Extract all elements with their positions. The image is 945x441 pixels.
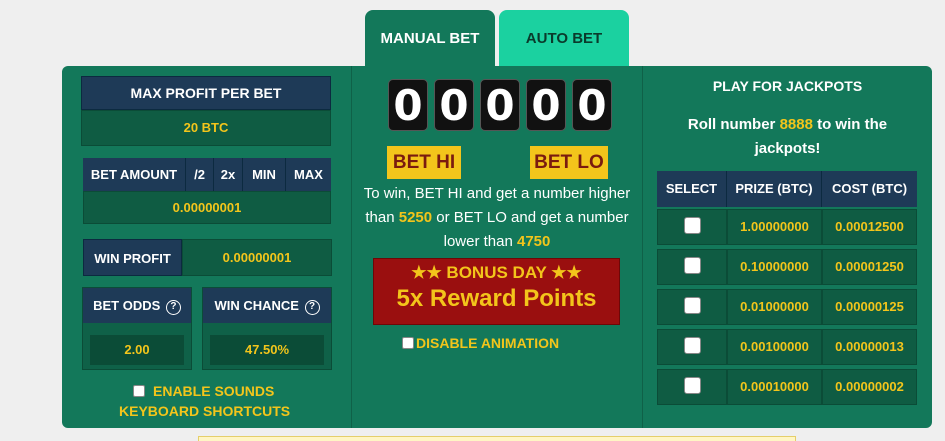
jackpot-select-cell — [657, 329, 727, 365]
table-header-prize: PRIZE (BTC) — [727, 171, 822, 207]
enable-sounds-toggle[interactable]: ENABLE SOUNDS — [133, 383, 274, 399]
result-digit: 0 — [572, 79, 612, 131]
min-bet-button[interactable]: MIN — [243, 158, 286, 191]
win-chance-input[interactable]: 47.50% — [210, 335, 324, 365]
result-digit: 0 — [526, 79, 566, 131]
jackpot-checkbox[interactable] — [683, 377, 701, 394]
jackpot-cost: 0.00000013 — [822, 329, 917, 365]
bet-amount-input[interactable]: 0.00000001 — [83, 191, 331, 224]
result-digit: 0 — [480, 79, 520, 131]
max-profit-value: 20 BTC — [81, 110, 331, 146]
jackpot-cost: 0.00001250 — [822, 249, 917, 285]
max-bet-button[interactable]: MAX — [286, 158, 331, 191]
win-chance-label: WIN CHANCE — [214, 298, 299, 313]
lo-threshold: 4750 — [517, 233, 551, 250]
bet-odds-label: BET ODDS — [93, 298, 161, 313]
bet-odds-header: BET ODDS ? — [83, 288, 191, 323]
tab-manual-bet[interactable]: MANUAL BET — [365, 10, 495, 70]
bet-amount-label: BET AMOUNT — [83, 158, 186, 191]
jackpot-select-cell — [657, 369, 727, 405]
half-bet-button[interactable]: /2 — [186, 158, 214, 191]
jackpot-prize: 0.00010000 — [727, 369, 822, 405]
double-bet-button[interactable]: 2x — [214, 158, 243, 191]
column-divider — [642, 66, 643, 428]
jackpot-cost: 0.00000125 — [822, 289, 917, 325]
star-icon: ★★ — [411, 263, 442, 282]
jackpot-checkbox[interactable] — [683, 297, 701, 314]
jackpot-number: 8888 — [779, 116, 813, 133]
jackpot-select-cell — [657, 249, 727, 285]
win-profit-label: WIN PROFIT — [83, 239, 182, 276]
jackpot-cost: 0.00000002 — [822, 369, 917, 405]
bonus-title-text: BONUS DAY — [446, 263, 547, 282]
bet-odds-input[interactable]: 2.00 — [90, 335, 184, 365]
jackpot-checkbox[interactable] — [683, 257, 701, 274]
keyboard-shortcuts-link[interactable]: KEYBOARD SHORTCUTS — [119, 403, 290, 419]
bet-instructions: To win, BET HI and get a number higher t… — [352, 182, 642, 254]
enable-sounds-label: ENABLE SOUNDS — [153, 383, 275, 399]
bonus-reward: 5x Reward Points — [396, 285, 597, 312]
disable-animation-label: DISABLE ANIMATION — [416, 335, 560, 351]
jackpot-checkbox[interactable] — [683, 337, 701, 354]
table-header-cost: COST (BTC) — [822, 171, 917, 207]
result-digit: 0 — [434, 79, 474, 131]
bonus-day-banner: ★★ BONUS DAY ★★ 5x Reward Points — [373, 258, 620, 325]
help-icon[interactable]: ? — [304, 300, 320, 315]
jackpot-prize: 0.10000000 — [727, 249, 822, 285]
disable-animation-toggle[interactable]: DISABLE ANIMATION — [402, 335, 559, 351]
jackpot-cost: 0.00012500 — [822, 209, 917, 245]
help-icon[interactable]: ? — [165, 300, 181, 315]
checkbox-icon[interactable] — [133, 385, 145, 397]
jackpot-checkbox[interactable] — [683, 217, 701, 234]
jackpot-prize: 1.00000000 — [727, 209, 822, 245]
jackpot-prize: 0.00100000 — [727, 329, 822, 365]
table-header-select: SELECT — [657, 171, 727, 207]
win-profit-value: 0.00000001 — [182, 239, 332, 276]
bet-hi-button[interactable]: BET HI — [387, 146, 461, 179]
bonus-title: ★★ BONUS DAY ★★ — [374, 263, 619, 283]
bet-lo-button[interactable]: BET LO — [530, 146, 608, 179]
result-digit: 0 — [388, 79, 428, 131]
star-icon: ★★ — [551, 263, 582, 282]
hi-threshold: 5250 — [398, 209, 433, 226]
roll-text: Roll number — [687, 116, 780, 133]
tab-auto-bet[interactable]: AUTO BET — [499, 10, 629, 70]
notice-strip — [198, 436, 796, 441]
jackpot-select-cell — [657, 209, 727, 245]
jackpot-select-cell — [657, 289, 727, 325]
checkbox-icon[interactable] — [402, 337, 414, 349]
jackpots-title: PLAY FOR JACKPOTS — [712, 78, 863, 94]
jackpots-description: Roll number 8888 to win the jackpots! — [665, 113, 910, 161]
win-chance-header: WIN CHANCE ? — [203, 288, 331, 323]
jackpot-prize: 0.01000000 — [727, 289, 822, 325]
max-profit-header: MAX PROFIT PER BET — [81, 76, 331, 110]
